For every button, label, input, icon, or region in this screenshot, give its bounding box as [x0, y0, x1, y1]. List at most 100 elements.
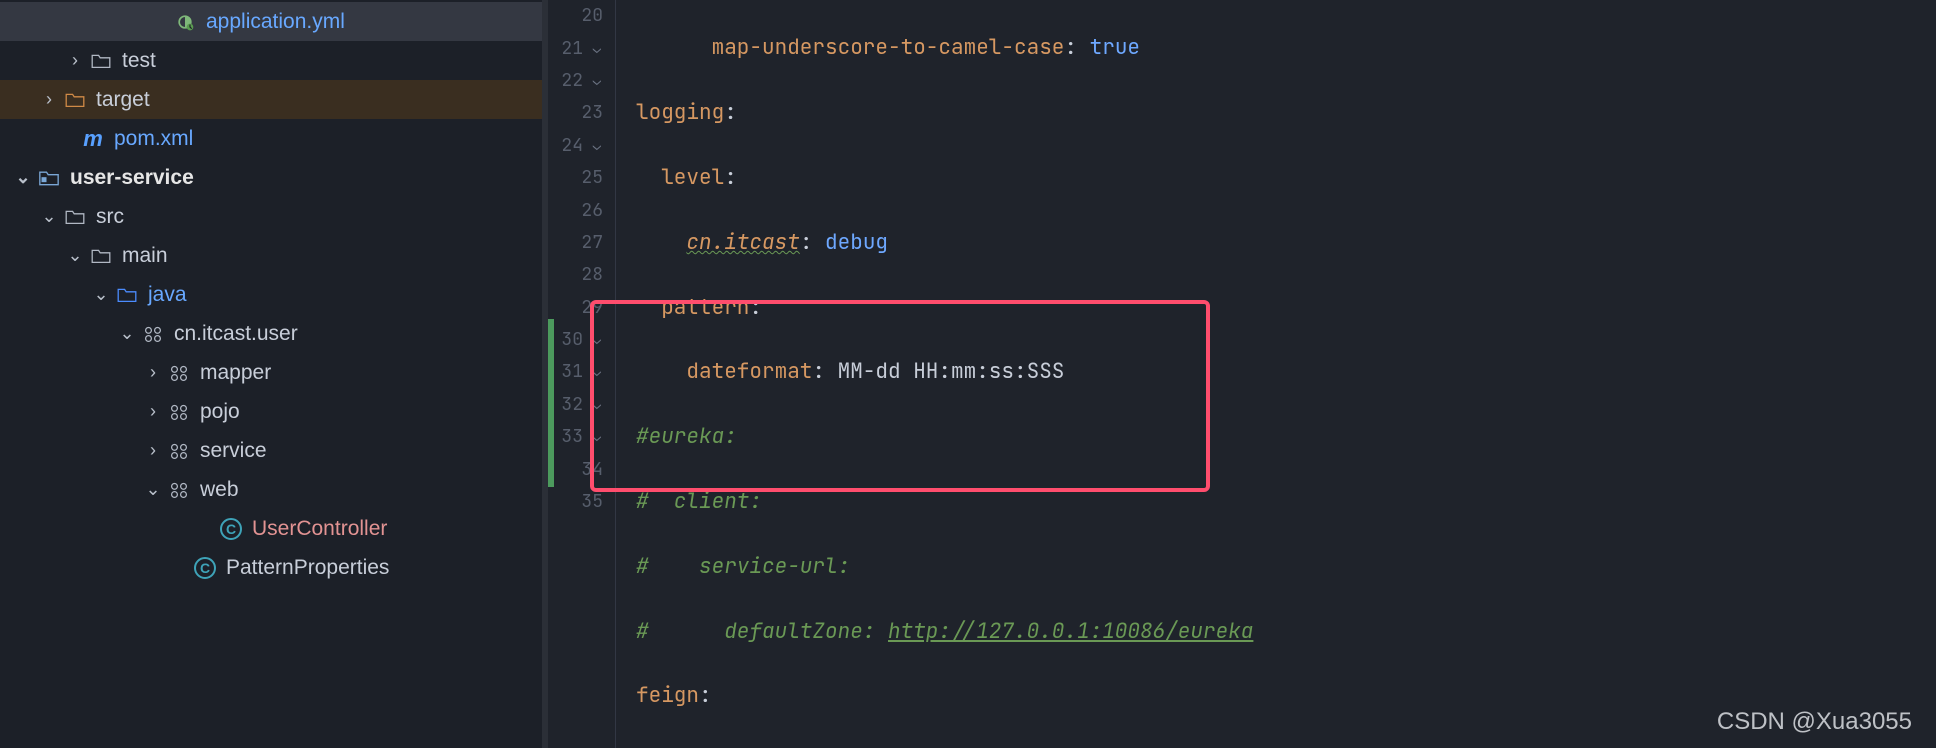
tree-item-test[interactable]: › test: [0, 41, 548, 80]
folder-icon: [64, 92, 86, 108]
punct: :: [749, 294, 762, 321]
line-number: 25: [581, 162, 603, 194]
comment: # defaultZone:: [636, 618, 888, 645]
tree-item-mapper[interactable]: › mapper: [0, 353, 548, 392]
chevron-down-icon: ⌄: [40, 206, 58, 227]
tree-item-java[interactable]: ⌄ java: [0, 275, 548, 314]
tree-label: pojo: [200, 400, 240, 424]
yaml-value: debug: [825, 229, 888, 256]
chevron-right-icon: ›: [40, 89, 58, 110]
line-number: 29: [581, 292, 603, 324]
tree-item-web[interactable]: ⌄ web: [0, 470, 548, 509]
chevron-down-icon: ⌄: [14, 167, 32, 188]
tree-label: PatternProperties: [226, 556, 389, 580]
tree-item-pattern-properties[interactable]: › C PatternProperties: [0, 548, 548, 587]
chevron-down-icon: ⌄: [66, 245, 84, 266]
line-number: 21: [561, 33, 583, 65]
line-number: 30: [561, 324, 583, 356]
line-number: 20: [581, 0, 603, 32]
package-icon: [168, 364, 190, 382]
chevron-right-icon: ›: [144, 401, 162, 422]
tree-item-package[interactable]: ⌄ cn.itcast.user: [0, 314, 548, 353]
yaml-key: logging: [636, 99, 724, 126]
diff-added-marker: [548, 319, 554, 487]
tree-label: application.yml: [206, 10, 345, 34]
fold-icon[interactable]: ⌄: [591, 65, 603, 97]
line-number: 32: [561, 389, 583, 421]
tree-item-pojo[interactable]: › pojo: [0, 392, 548, 431]
line-number: 22: [561, 65, 583, 97]
code-editor[interactable]: 20 21⌄ 22⌄ 23 24⌄ 25 26 27 28 29 30⌄ 31⌄…: [548, 0, 1936, 748]
line-number: 27: [581, 227, 603, 259]
yaml-key: level: [661, 164, 724, 191]
tree-label: target: [96, 88, 150, 112]
line-number: 28: [581, 259, 603, 291]
yaml-key: feign: [636, 682, 699, 709]
tree-item-application-yml[interactable]: ▾ application.yml: [0, 2, 548, 41]
chevron-right-icon: ›: [144, 362, 162, 383]
tree-label: test: [122, 49, 156, 73]
tree-item-user-controller[interactable]: › C UserController: [0, 509, 548, 548]
tree-item-pom-xml[interactable]: › m pom.xml: [0, 119, 548, 158]
tree-scroll[interactable]: ▾ application.yml › test › target › m: [0, 0, 548, 748]
yaml-key: pattern: [661, 294, 749, 321]
tree-item-service-pkg[interactable]: › service: [0, 431, 548, 470]
class-icon: C: [194, 557, 216, 579]
comment: # client:: [636, 488, 762, 515]
fold-icon[interactable]: ⌄: [591, 389, 603, 421]
fold-icon[interactable]: ⌄: [591, 356, 603, 388]
folder-icon: [90, 248, 112, 264]
line-number: 24: [561, 130, 583, 162]
tree-label: java: [148, 283, 187, 307]
tree-label: user-service: [70, 166, 194, 190]
tree-label: cn.itcast.user: [174, 322, 298, 346]
punct: :: [699, 682, 712, 709]
fold-icon[interactable]: ⌄: [591, 324, 603, 356]
chevron-down-icon: ⌄: [118, 323, 136, 344]
line-number: 34: [581, 454, 603, 486]
tree-label: pom.xml: [114, 127, 193, 151]
tree-item-main[interactable]: ⌄ main: [0, 236, 548, 275]
class-icon: C: [220, 518, 242, 540]
editor-gutter: 20 21⌄ 22⌄ 23 24⌄ 25 26 27 28 29 30⌄ 31⌄…: [548, 0, 616, 748]
punct: :: [812, 358, 837, 385]
package-icon: [168, 403, 190, 421]
line-number: 23: [581, 97, 603, 129]
package-icon: [168, 481, 190, 499]
tree-item-user-service[interactable]: ⌄ user-service: [0, 158, 548, 197]
yaml-key: cn.itcast: [686, 229, 799, 256]
punct: :: [800, 229, 825, 256]
chevron-down-icon: ⌄: [144, 479, 162, 500]
yaml-key: map-underscore-to-camel-case: [712, 34, 1065, 61]
punct: :: [724, 164, 737, 191]
tree-label: UserController: [252, 517, 387, 541]
project-sidebar: ▾ application.yml › test › target › m: [0, 0, 548, 748]
yaml-value: MM-dd HH:mm:ss:SSS: [838, 358, 1065, 385]
package-icon: [142, 325, 164, 343]
tree-label: service: [200, 439, 267, 463]
punct: :: [724, 99, 737, 126]
line-number: 31: [561, 356, 583, 388]
tree-item-src[interactable]: ⌄ src: [0, 197, 548, 236]
code-area[interactable]: map-underscore-to-camel-case: true loggi…: [616, 0, 1936, 748]
tree-item-target[interactable]: › target: [0, 80, 548, 119]
folder-icon: [64, 209, 86, 225]
fold-icon[interactable]: ⌄: [591, 33, 603, 65]
comment: # service-url:: [636, 553, 850, 580]
fold-icon[interactable]: ⌄: [591, 130, 603, 162]
tree-label: mapper: [200, 361, 271, 385]
yml-icon: [174, 12, 196, 32]
chevron-down-icon: ⌄: [92, 284, 110, 305]
yaml-key: dateformat: [686, 358, 812, 385]
package-icon: [168, 442, 190, 460]
tree-label: main: [122, 244, 168, 268]
comment: #eureka:: [636, 423, 737, 450]
maven-icon: m: [82, 126, 104, 152]
project-tree: ▾ application.yml › test › target › m: [0, 0, 548, 587]
fold-icon[interactable]: ⌄: [591, 421, 603, 453]
comment-url: http://127.0.0.1:10086/eureka: [888, 618, 1253, 645]
line-number: 33: [561, 421, 583, 453]
line-number: 26: [581, 195, 603, 227]
chevron-right-icon: ›: [144, 440, 162, 461]
watermark: CSDN @Xua3055: [1717, 708, 1912, 736]
